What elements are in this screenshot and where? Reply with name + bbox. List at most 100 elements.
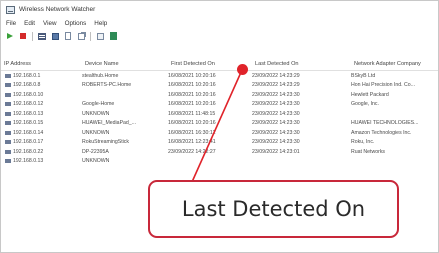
- cell-first-detected: 23/09/2022 14:22:27: [168, 148, 216, 155]
- menu-edit[interactable]: Edit: [24, 20, 35, 27]
- cell-adapter-company: Roku, Inc.: [351, 139, 375, 146]
- device-icon: [5, 73, 11, 78]
- cell-last-detected: 23/09/2022 14:23:30: [252, 110, 300, 117]
- cell-first-detected: 16/08/2021 10:20:16: [168, 91, 216, 98]
- callout-box: Last Detected On: [148, 180, 399, 238]
- cell-device-name: DP-22395A: [82, 148, 109, 155]
- ip-text: 192.168.0.12: [13, 101, 44, 108]
- cell-ip-address: 192.168.0.14: [1, 130, 82, 136]
- cell-device-name: UNKNOWN: [82, 110, 110, 117]
- cell-adapter-company: Google, Inc.: [351, 101, 379, 108]
- start-button[interactable]: [6, 32, 14, 40]
- save-button[interactable]: [51, 32, 59, 40]
- cell-last-detected: 23/09/2022 14:23:30: [252, 139, 300, 146]
- cell-device-name: UNKNOWN: [82, 129, 110, 136]
- ip-text: 192.168.0.8: [13, 82, 41, 89]
- column-header-device-name[interactable]: Device Name: [82, 61, 168, 67]
- menu-options[interactable]: Options: [65, 20, 87, 27]
- device-icon: [5, 83, 11, 88]
- cell-adapter-company: HUAWEI TECHNOLOGIES...: [351, 120, 419, 127]
- copy-icon: [77, 32, 85, 40]
- cell-last-detected: 23/09/2022 14:23:30: [252, 129, 300, 136]
- app-window: Wireless Network Watcher File Edit View …: [0, 0, 439, 253]
- stop-icon: [20, 33, 26, 39]
- device-icon: [5, 121, 11, 126]
- cell-ip-address: 192.168.0.13: [1, 111, 82, 117]
- device-icon: [5, 159, 11, 164]
- ip-text: 192.168.0.13: [13, 158, 44, 165]
- menu-bar: File Edit View Options Help: [1, 18, 438, 29]
- cell-adapter-company: Hon Hai Precision Ind. Co...: [351, 82, 416, 89]
- menu-help[interactable]: Help: [94, 20, 107, 27]
- table-row[interactable]: 192.168.0.13 UNKNOWN: [1, 157, 438, 167]
- cell-ip-address: 192.168.0.8: [1, 82, 82, 88]
- ip-text: 192.168.0.14: [13, 129, 44, 136]
- device-icon: [5, 111, 11, 116]
- exit-button[interactable]: [109, 32, 117, 40]
- table-row[interactable]: 192.168.0.12 Google-Home 16/08/2021 10:20:…: [1, 100, 438, 110]
- ip-text: 192.168.0.15: [13, 120, 44, 127]
- cell-last-detected: 23/09/2022 14:23:29: [252, 82, 300, 89]
- table-row[interactable]: 192.168.0.15 HUAWEI_MediaPad_... 16/08/202…: [1, 119, 438, 129]
- cell-ip-address: 192.168.0.1: [1, 73, 82, 79]
- toolbar-separator: [90, 31, 91, 41]
- ip-text: 192.168.0.22: [13, 148, 44, 155]
- cell-adapter-company: BSkyB Ltd: [351, 72, 376, 79]
- column-header-ip-address[interactable]: IP Address: [1, 61, 82, 67]
- device-icon: [5, 92, 11, 97]
- document-button[interactable]: [64, 32, 72, 40]
- table-body: 192.168.0.1 stealthub.Home 16/08/2021 10:2…: [1, 71, 438, 166]
- column-header-adapter-company[interactable]: Network Adapter Company: [351, 61, 438, 67]
- column-header-last-detected[interactable]: Last Detected On: [252, 61, 351, 67]
- cell-device-name: RokuStreamingStick: [82, 139, 129, 146]
- menu-view[interactable]: View: [43, 20, 57, 27]
- cell-adapter-company: Ruat Networks: [351, 148, 386, 155]
- table-header: IP Address Device Name First Detected On…: [1, 58, 438, 71]
- cell-first-detected: 16/08/2021 10:20:16: [168, 120, 216, 127]
- table-row[interactable]: 192.168.0.22 DP-22395A 23/09/2022 14:22:27…: [1, 147, 438, 157]
- cell-ip-address: 192.168.0.22: [1, 149, 82, 155]
- window-title: Wireless Network Watcher: [19, 6, 96, 13]
- device-icon: [5, 102, 11, 107]
- menu-file[interactable]: File: [6, 20, 16, 27]
- ip-text: 192.168.0.13: [13, 110, 44, 117]
- table-row[interactable]: 192.168.0.14 UNKNOWN 16/08/2021 16:30:12 23…: [1, 128, 438, 138]
- copy-button[interactable]: [77, 32, 85, 40]
- cell-first-detected: 16/08/2021 10:20:16: [168, 101, 216, 108]
- cell-first-detected: 16/08/2021 10:20:16: [168, 82, 216, 89]
- stop-button[interactable]: [19, 32, 27, 40]
- cell-first-detected: 16/08/2021 12:23:41: [168, 139, 216, 146]
- callout-label: Last Detected On: [181, 197, 366, 221]
- highlight-dot: [237, 64, 248, 75]
- table-row[interactable]: 192.168.0.10 16/08/2021 10:20:16 23/09/202…: [1, 90, 438, 100]
- view-button[interactable]: [38, 32, 46, 40]
- cell-first-detected: 16/08/2021 11:48:15: [168, 110, 216, 117]
- cell-last-detected: 23/09/2022 14:23:29: [252, 72, 300, 79]
- cell-ip-address: 192.168.0.12: [1, 101, 82, 107]
- save-icon: [51, 32, 59, 40]
- device-icon: [5, 140, 11, 145]
- table-row[interactable]: 192.168.0.13 UNKNOWN 16/08/2021 11:48:15 23…: [1, 109, 438, 119]
- cell-ip-address: 192.168.0.13: [1, 158, 82, 164]
- cell-last-detected: 23/09/2022 14:23:30: [252, 91, 300, 98]
- table-row[interactable]: 192.168.0.17 RokuStreamingStick 16/08/2021…: [1, 138, 438, 148]
- cell-last-detected: 23/09/2022 14:23:30: [252, 120, 300, 127]
- start-icon: [7, 33, 13, 39]
- cell-device-name: HUAWEI_MediaPad_...: [82, 120, 137, 127]
- table-row[interactable]: 192.168.0.1 stealthub.Home 16/08/2021 10:2…: [1, 71, 438, 81]
- toolbar: [1, 29, 438, 43]
- cell-ip-address: 192.168.0.10: [1, 92, 82, 98]
- title-bar: Wireless Network Watcher: [1, 1, 438, 18]
- cell-adapter-company: Hewlett Packard: [351, 91, 389, 98]
- cell-device-name: stealthub.Home: [82, 72, 119, 79]
- cell-adapter-company: Amazon Technologies Inc.: [351, 129, 412, 136]
- cell-ip-address: 192.168.0.15: [1, 120, 82, 126]
- device-icon: [5, 149, 11, 154]
- view-icon: [38, 32, 46, 40]
- app-icon: [6, 5, 15, 14]
- exit-icon: [109, 32, 117, 40]
- properties-button[interactable]: [96, 32, 104, 40]
- table-row[interactable]: 192.168.0.8 ROBERTS-PC.Home 16/08/2021 10:…: [1, 81, 438, 91]
- toolbar-separator: [32, 31, 33, 41]
- cell-ip-address: 192.168.0.17: [1, 139, 82, 145]
